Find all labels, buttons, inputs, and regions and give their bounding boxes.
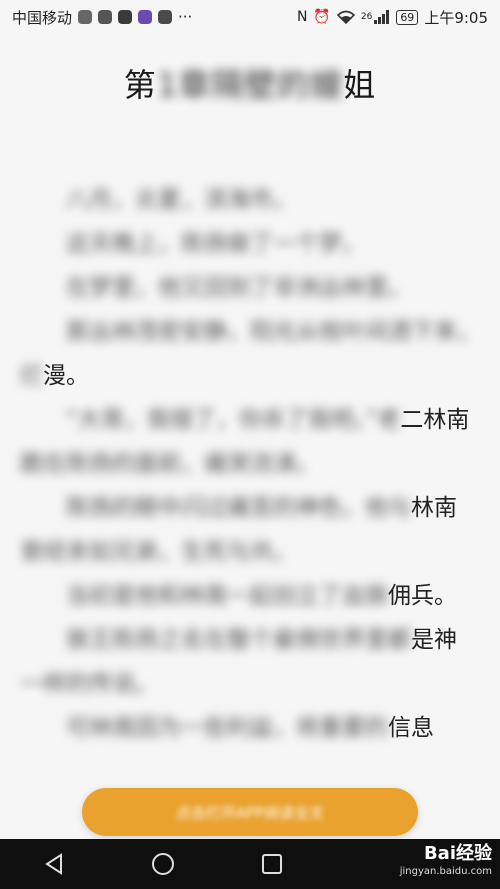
paragraph: 在梦里，他又回到了非洲丛林里。 <box>20 266 480 310</box>
paragraph: 那丛林茂密安静，阳光从枝叶间洒下来，烂漫。 <box>20 310 480 398</box>
paragraph-text-blurred: “大哥，我错了，你杀了我吧。”老 <box>66 407 401 433</box>
paragraph: 跪在陈扬的面前，痛哭流涕。 <box>20 442 480 486</box>
paragraph: 一样的传说。 <box>20 662 480 706</box>
paragraph-text: 信息 <box>388 715 434 741</box>
open-app-button-label: 点击打开APP阅读全文 <box>175 803 325 822</box>
tiktok-icon <box>118 10 133 24</box>
alarm-icon: ⏰ <box>313 9 331 25</box>
paragraph-text: 漫。 <box>43 363 89 389</box>
paragraph: 可林南因为一些利益，将重要的信息 <box>20 706 480 750</box>
chapter-title-start: 第 <box>123 66 157 104</box>
paragraph: 这天晚上，陈扬做了一个梦。 <box>20 222 480 266</box>
paragraph: “大哥，我错了，你杀了我吧。”老二林南 <box>20 398 480 442</box>
watermark-brand: Bai经验 <box>423 843 492 864</box>
notification-app-icon <box>138 10 153 24</box>
paragraph-text-blurred: 八月，炎夏，滨海市。 <box>66 187 296 213</box>
signal-icon <box>374 10 390 24</box>
paragraph-text-blurred: 那丛林茂密安静，阳光从枝叶间洒下来，烂 <box>20 319 480 389</box>
notification-app-icon <box>98 10 113 24</box>
clock-label: 上午9:05 <box>424 8 488 27</box>
paragraph: 陈扬的眼中闪过痛苦的神色，他与林南 <box>20 486 480 530</box>
paragraph-text: 是神 <box>411 627 457 653</box>
carrier-label: 中国移动 <box>12 8 73 27</box>
wifi-icon <box>336 10 355 24</box>
chapter-content: 八月，炎夏，滨海市。 这天晚上，陈扬做了一个梦。 在梦里，他又回到了非洲丛林里。… <box>20 178 480 750</box>
paragraph-text-blurred: 可林南因为一些利益，将重要的 <box>66 715 388 741</box>
chapter-title-blurred: 1章隔壁的嫂 <box>156 66 344 104</box>
paragraph-text-blurred: 跪在陈扬的面前，痛哭流涕。 <box>20 451 319 477</box>
notification-app-icon <box>78 10 93 24</box>
status-bar-left: 中国移动 ··· <box>12 7 192 28</box>
play-icon <box>158 10 173 24</box>
paragraph: 狼王陈扬之名在整个雇佣世界里都是神 <box>20 618 480 662</box>
nfc-icon: N <box>296 9 308 25</box>
watermark-url: jingyan.baidu.com <box>399 866 492 877</box>
paragraph-text-blurred: 当初是他和林南一起创立了血狼 <box>66 583 388 609</box>
status-bar: 中国移动 ··· N ⏰ 26 69 上午9:05 <box>0 0 500 34</box>
battery-icon: 69 <box>396 9 419 25</box>
paragraph-text: 佣兵。 <box>388 583 457 609</box>
paragraph: 当初是他和林南一起创立了血狼佣兵。 <box>20 574 480 618</box>
open-app-button[interactable]: 点击打开APP阅读全文 <box>82 788 418 836</box>
paragraph-text-blurred: 在梦里，他又回到了非洲丛林里。 <box>66 275 411 301</box>
paragraph: 曾经亲如兄弟，生死与共。 <box>20 530 480 574</box>
paragraph-text: 林南 <box>411 495 457 521</box>
paragraph-text-blurred: 陈扬的眼中闪过痛苦的神色，他与 <box>66 495 411 521</box>
paragraph: 八月，炎夏，滨海市。 <box>20 178 480 222</box>
chapter-title: 第1章隔壁的嫂姐 <box>0 60 500 106</box>
paragraph-text: 二林南 <box>400 407 470 433</box>
paragraph-text-blurred: 一样的传说。 <box>20 671 158 697</box>
home-icon[interactable] <box>150 851 176 877</box>
recents-icon[interactable] <box>260 852 284 876</box>
watermark: Bai经验 jingyan.baidu.com <box>400 845 492 881</box>
network-type-label: 26 <box>360 12 373 22</box>
back-icon[interactable] <box>42 852 66 876</box>
paragraph-text-blurred: 这天晚上，陈扬做了一个梦。 <box>66 231 365 257</box>
paragraph-text-blurred: 曾经亲如兄弟，生死与共。 <box>20 539 296 565</box>
chapter-title-end: 姐 <box>343 66 377 104</box>
paragraph-text-blurred: 狼王陈扬之名在整个雇佣世界里都 <box>66 627 411 653</box>
more-notifications-icon: ··· <box>178 8 193 26</box>
status-bar-right: N ⏰ 26 69 上午9:05 <box>297 7 488 28</box>
